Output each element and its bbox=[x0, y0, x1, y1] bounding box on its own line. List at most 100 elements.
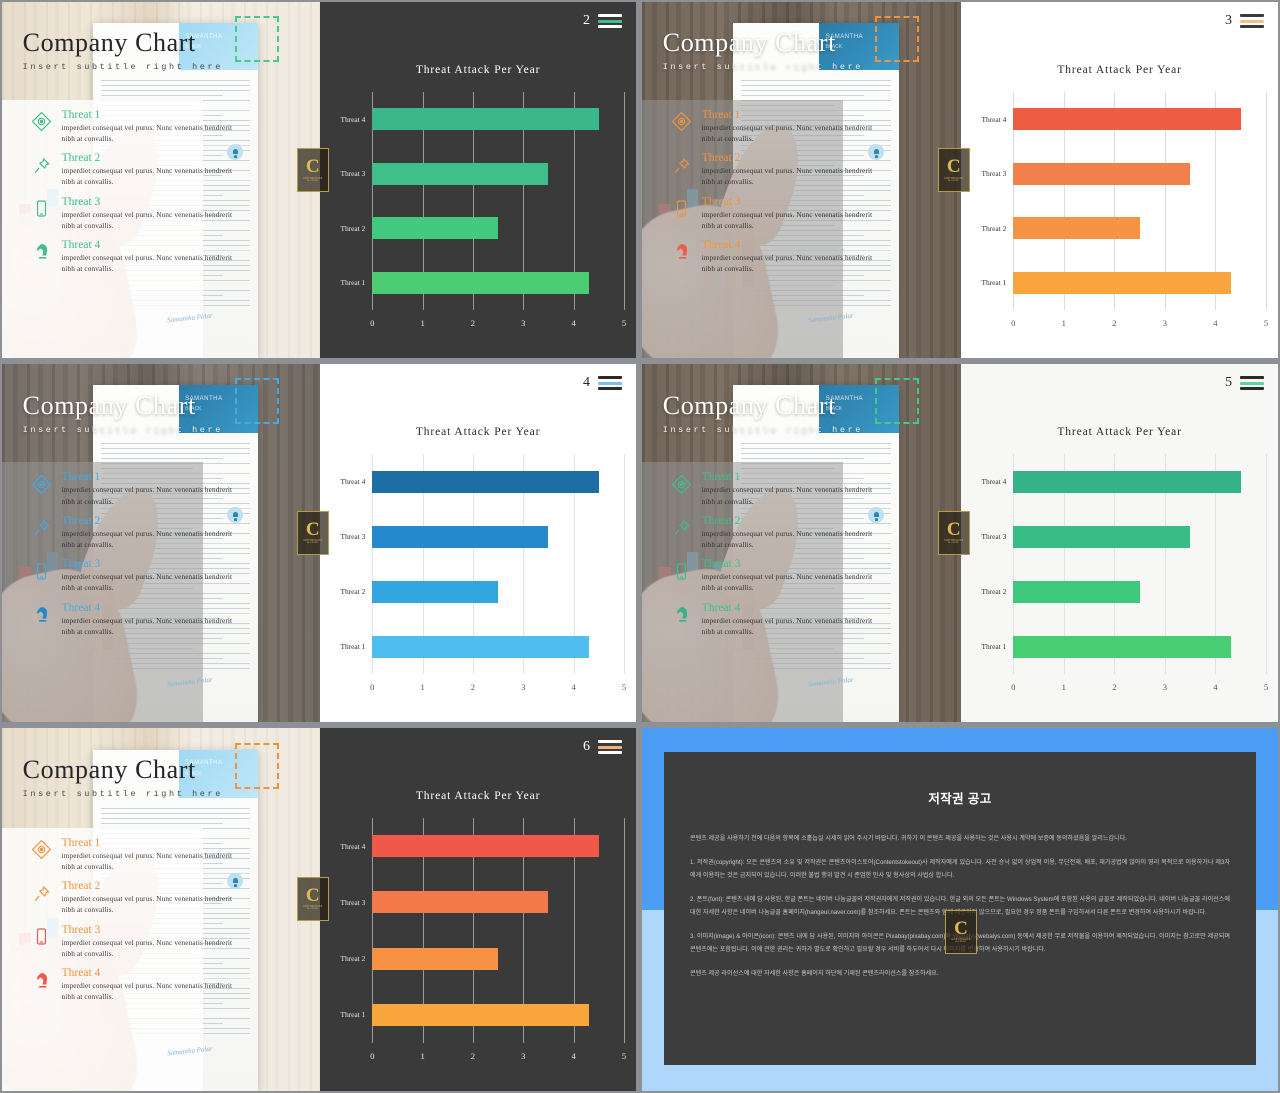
bar-row: Threat 1 bbox=[340, 271, 624, 294]
list-item[interactable]: Threat 1 imperdiet consequat vel purus. … bbox=[31, 109, 308, 145]
list-item[interactable]: Threat 4 imperdiet consequat vel purus. … bbox=[671, 239, 949, 275]
list-item[interactable]: Threat 3 imperdiet consequat vel purus. … bbox=[31, 924, 308, 960]
slide-4-photo-half: SAMANTHA BLACK Company Chart Insert subt… bbox=[2, 364, 321, 722]
chart-x-axis: 0 1 2 3 4 5 bbox=[370, 318, 626, 332]
threat-name: Threat 2 bbox=[701, 514, 741, 527]
threat-desc: imperdiet consequat vel purus. Nunc vene… bbox=[61, 938, 233, 958]
dashed-accent-box bbox=[874, 378, 919, 425]
bar-row: Threat 1 bbox=[340, 1003, 624, 1026]
bar-label: Threat 4 bbox=[340, 841, 366, 851]
bar-row: Threat 3 bbox=[340, 162, 624, 185]
chart-bars: Threat 4 Threat 3 Threat 2 Threat 1 bbox=[340, 818, 624, 1043]
list-item[interactable]: Threat 3 imperdiet consequat vel purus. … bbox=[31, 558, 308, 594]
threat-name: Threat 4 bbox=[701, 601, 741, 614]
slide-3[interactable]: SAMANTHA BLACK Company Chart Insert subt… bbox=[640, 0, 1280, 360]
list-item[interactable]: Threat 1 imperdiet consequat vel purus. … bbox=[671, 109, 949, 145]
copyright-watermark: C COPYRIGHTS ALL RIGHT bbox=[937, 510, 970, 555]
bar-threat-3 bbox=[372, 525, 549, 548]
bar-row: Threat 3 bbox=[340, 891, 624, 914]
bar-label: Threat 3 bbox=[340, 532, 366, 541]
slide-4[interactable]: SAMANTHA BLACK Company Chart Insert subt… bbox=[0, 362, 638, 724]
list-item[interactable]: Threat 3 imperdiet consequat vel purus. … bbox=[31, 196, 308, 232]
x-tick: 1 bbox=[420, 682, 425, 692]
bar-label: Threat 3 bbox=[340, 897, 366, 907]
bar-label: Threat 2 bbox=[340, 954, 366, 964]
list-item[interactable]: Threat 4 imperdiet consequat vel purus. … bbox=[31, 967, 308, 1003]
slide-5[interactable]: SAMANTHA BLACK Company Chart Insert subt… bbox=[640, 362, 1280, 724]
slide-header: 6 bbox=[583, 739, 622, 755]
chart-x-axis: 0 1 2 3 4 5 bbox=[370, 682, 627, 696]
chart-plot-area: Threat 4 Threat 3 Threat 2 Threat 1 bbox=[981, 92, 1267, 310]
bar-row: Threat 1 bbox=[981, 635, 1266, 658]
threat-list: Threat 1 imperdiet consequat vel purus. … bbox=[671, 471, 949, 645]
bar-row: Threat 3 bbox=[340, 525, 624, 548]
x-tick: 4 bbox=[571, 682, 576, 692]
threat-name: Threat 2 bbox=[61, 514, 101, 527]
list-item[interactable]: Threat 4 imperdiet consequat vel purus. … bbox=[671, 602, 949, 638]
bar-threat-3 bbox=[1013, 162, 1191, 185]
smartphone-icon bbox=[31, 924, 53, 950]
x-tick: 5 bbox=[621, 1051, 627, 1061]
list-item[interactable]: Threat 2 imperdiet consequat vel purus. … bbox=[671, 515, 949, 551]
hamburger-menu-icon[interactable] bbox=[597, 740, 622, 754]
dashed-accent-box bbox=[234, 378, 279, 425]
x-tick: 4 bbox=[571, 1051, 576, 1061]
watermark-letter: C bbox=[946, 156, 961, 178]
hamburger-menu-icon[interactable] bbox=[1239, 14, 1264, 28]
bar-row: Threat 1 bbox=[981, 271, 1266, 294]
copyright-notice-slide[interactable]: 저작권 공고 콘텐츠 제공을 사용하기 전에 다음의 항목에 소홀늡실 시세히 … bbox=[640, 726, 1280, 1093]
watermark-letter: C bbox=[305, 156, 320, 178]
hamburger-menu-icon[interactable] bbox=[1239, 376, 1264, 390]
x-tick: 1 bbox=[420, 1051, 425, 1061]
list-item[interactable]: Threat 4 imperdiet consequat vel purus. … bbox=[31, 602, 308, 638]
copyright-watermark: C COPYRIGHTS ALL RIGHT bbox=[945, 909, 977, 954]
bar-threat-2 bbox=[1013, 580, 1140, 603]
hamburger-menu-icon[interactable] bbox=[597, 376, 622, 390]
slide-6[interactable]: SAMANTHA BLACK Company Chart Insert subt… bbox=[0, 726, 638, 1093]
threat-name: Threat 4 bbox=[61, 601, 101, 614]
threat-list: Threat 1 imperdiet consequat vel purus. … bbox=[31, 837, 308, 1011]
slide-4-chart-half: 4 Threat Attack Per Year Threat 4 Threat… bbox=[320, 364, 636, 722]
list-item[interactable]: Threat 3 imperdiet consequat vel purus. … bbox=[671, 558, 949, 594]
list-item[interactable]: Threat 2 imperdiet consequat vel purus. … bbox=[31, 152, 308, 188]
list-item[interactable]: Threat 3 imperdiet consequat vel purus. … bbox=[671, 196, 949, 232]
slide-header: 4 bbox=[583, 375, 622, 391]
x-tick: 3 bbox=[521, 318, 526, 328]
page-subtitle: Insert subtitle right here bbox=[22, 62, 223, 73]
x-tick: 0 bbox=[1011, 318, 1016, 328]
chess-knight-icon bbox=[671, 239, 693, 265]
slide-header: 5 bbox=[1225, 375, 1264, 391]
hamburger-menu-icon[interactable] bbox=[597, 14, 622, 28]
list-item[interactable]: Threat 2 imperdiet consequat vel purus. … bbox=[31, 515, 308, 551]
x-tick: 0 bbox=[1011, 682, 1016, 692]
slide-2-title-block: Company Chart Insert subtitle right here bbox=[22, 30, 223, 73]
bar-row: Threat 3 bbox=[981, 162, 1266, 185]
slide-2[interactable]: SAMANTHA BLACK Company Chart Insert subt… bbox=[0, 0, 638, 360]
page-title: Company Chart bbox=[662, 390, 836, 420]
chart-bars: Threat 4 Threat 3 Threat 2 Threat 1 bbox=[340, 92, 624, 310]
chart-bars: Threat 4 Threat 3 Threat 2 Threat 1 bbox=[981, 92, 1266, 310]
watermark-line2: ALL RIGHT bbox=[307, 908, 319, 911]
list-item[interactable]: Threat 4 imperdiet consequat vel purus. … bbox=[31, 239, 308, 275]
slide-header: 2 bbox=[583, 13, 622, 29]
x-tick: 5 bbox=[1263, 318, 1269, 328]
x-tick: 1 bbox=[1061, 682, 1066, 692]
copyright-watermark: C COPYRIGHTS ALL RIGHT bbox=[296, 147, 329, 192]
bar-label: Threat 4 bbox=[340, 477, 366, 486]
pushpin-icon bbox=[31, 152, 53, 178]
bar-threat-2 bbox=[372, 217, 499, 240]
bar-label: Threat 1 bbox=[981, 642, 1007, 651]
x-tick: 3 bbox=[521, 1051, 526, 1061]
threat-desc: imperdiet consequat vel purus. Nunc vene… bbox=[61, 167, 233, 187]
chess-knight-icon bbox=[31, 239, 53, 265]
list-item[interactable]: Threat 2 imperdiet consequat vel purus. … bbox=[671, 152, 949, 188]
x-tick: 5 bbox=[621, 682, 627, 692]
list-item[interactable]: Threat 1 imperdiet consequat vel purus. … bbox=[31, 837, 308, 873]
watermark-line2: ALL RIGHT bbox=[948, 179, 960, 182]
list-item[interactable]: Threat 1 imperdiet consequat vel purus. … bbox=[31, 471, 308, 507]
list-item[interactable]: Threat 1 imperdiet consequat vel purus. … bbox=[671, 471, 949, 507]
bar-threat-1 bbox=[372, 635, 589, 658]
threat-name: Threat 4 bbox=[61, 967, 101, 980]
list-item[interactable]: Threat 2 imperdiet consequat vel purus. … bbox=[31, 880, 308, 916]
bar-row: Threat 2 bbox=[981, 217, 1266, 240]
